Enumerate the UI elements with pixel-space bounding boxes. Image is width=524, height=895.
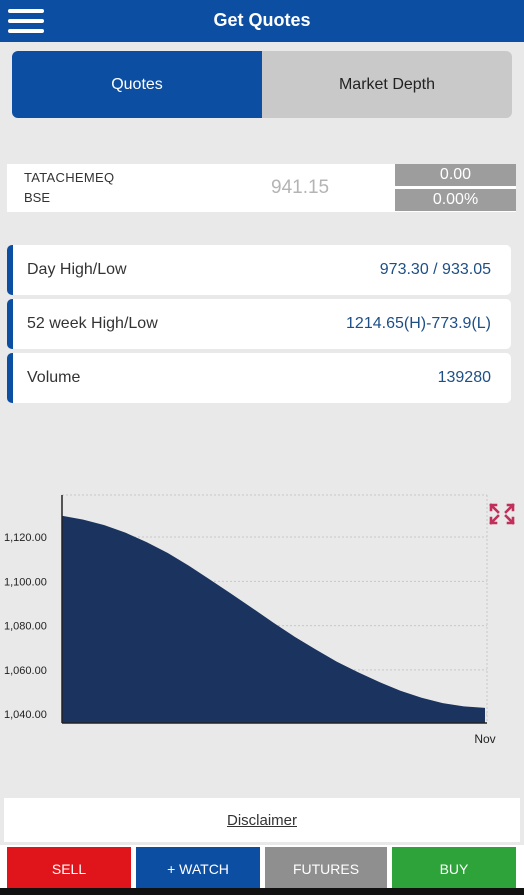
price-change: 0.00 (395, 164, 516, 186)
disclaimer-bar: Disclaimer (4, 798, 520, 842)
stat-label: 52 week High/Low (27, 315, 158, 332)
y-tick-label: 1,040.00 (4, 709, 47, 721)
stat-label: Volume (27, 369, 81, 386)
tab-market-depth[interactable]: Market Depth (262, 51, 512, 118)
app-header: Get Quotes (0, 0, 524, 42)
y-tick-label: 1,120.00 (4, 532, 47, 544)
buy-button[interactable]: BUY (392, 847, 516, 891)
price-chart-svg: 1,040.00 1,060.00 1,080.00 1,100.00 1,120.00… (4, 494, 496, 746)
symbol-label: TATACHEMEQ (24, 170, 115, 185)
tab-quotes[interactable]: Quotes (12, 51, 262, 118)
disclaimer-link[interactable]: Disclaimer (227, 812, 297, 829)
stat-label: Day High/Low (27, 261, 127, 278)
stat-volume: Volume 139280 (7, 353, 511, 403)
price-change-percent: 0.00% (395, 189, 516, 211)
stat-value: 1214.65(H)-773.9(L) (346, 315, 491, 332)
expand-arrows-icon[interactable] (488, 502, 516, 526)
stat-value: 139280 (437, 369, 491, 386)
quote-summary-card: TATACHEMEQ BSE 941.15 0.00 0.00% (7, 164, 516, 212)
last-traded-price: 941.15 (271, 177, 330, 198)
y-tick-label: 1,080.00 (4, 621, 47, 633)
exchange-label: BSE (24, 190, 51, 205)
x-tick-label: Nov (474, 732, 495, 746)
add-watch-button[interactable]: + WATCH (136, 847, 260, 891)
sell-button[interactable]: SELL (7, 847, 131, 891)
quote-tabs: Quotes Market Depth (12, 51, 512, 118)
futures-button[interactable]: FUTURES (265, 847, 387, 891)
price-area-series (62, 515, 485, 723)
bottom-edge (0, 888, 524, 895)
y-tick-label: 1,100.00 (4, 576, 47, 588)
price-chart: 1,040.00 1,060.00 1,080.00 1,100.00 1,120.00… (0, 490, 524, 750)
page-title: Get Quotes (213, 10, 311, 30)
y-tick-label: 1,060.00 (4, 665, 47, 677)
stat-value: 973.30 / 933.05 (379, 261, 491, 278)
stat-day-high-low: Day High/Low 973.30 / 933.05 (7, 245, 511, 295)
stat-52-week-high-low: 52 week High/Low 1214.65(H)-773.9(L) (7, 299, 511, 349)
